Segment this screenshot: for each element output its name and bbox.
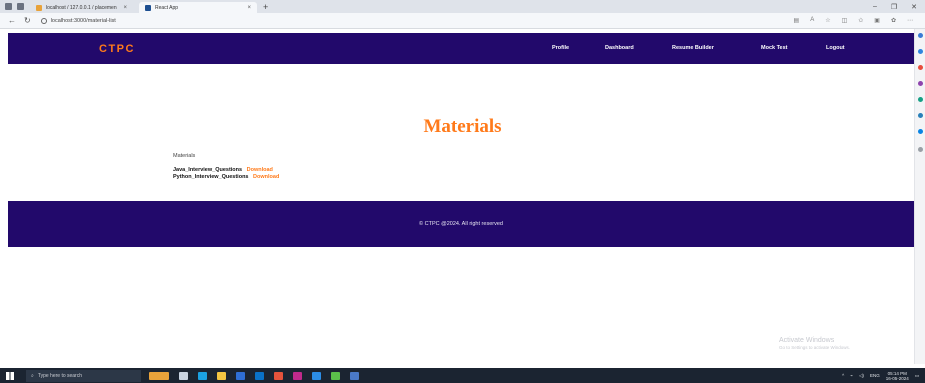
nav-links: Profile Dashboard Resume Builder Mock Te… [8, 33, 914, 64]
system-tray: ^ ⌁ ◁) ENG 05:14 PM 16-05-2024 ▭ [842, 371, 925, 381]
tab-actions-icon[interactable] [17, 3, 24, 10]
list-item: Java_Interview_Questions Download [173, 167, 273, 173]
url-field[interactable]: localhost:3000/material-list [40, 17, 116, 24]
file-explorer-icon[interactable] [217, 371, 226, 380]
nav-link-resume-builder[interactable]: Resume Builder [672, 45, 714, 51]
mail-icon[interactable] [255, 371, 264, 380]
edge-browser-icon[interactable] [198, 371, 207, 380]
more-menu-icon[interactable]: ⋯ [907, 17, 913, 24]
windows-taskbar: ⌕ Type here to search ^ ⌁ ◁) ENG 05:14 P… [0, 368, 925, 383]
taskbar-search-box[interactable]: ⌕ Type here to search [26, 369, 141, 382]
notification-icon[interactable]: ▭ [915, 373, 919, 379]
tools-icon[interactable] [918, 81, 923, 86]
copilot-icon[interactable] [918, 49, 923, 54]
nav-link-mock-test[interactable]: Mock Test [761, 45, 788, 51]
new-tab-icon[interactable]: + [263, 2, 268, 12]
watermark-subtitle: Go to Settings to activate Windows. [779, 345, 851, 350]
page-footer: © CTPC @2024. All right reserved [8, 201, 914, 247]
collections-icon[interactable]: ▣ [874, 17, 880, 24]
nav-link-logout[interactable]: Logout [826, 45, 845, 51]
url-text: localhost:3000/material-list [50, 17, 116, 24]
task-view-icon[interactable] [179, 371, 188, 380]
watermark-title: Activate Windows [779, 337, 835, 344]
browser-tab-react-app[interactable]: React App × [139, 2, 257, 13]
volume-icon[interactable]: ◁) [859, 373, 864, 379]
react-favicon-icon [145, 4, 151, 11]
reader-view-icon[interactable]: ▤ [794, 17, 800, 24]
favorite-star-icon[interactable]: ☆ [825, 17, 830, 24]
extensions-icon[interactable]: ✿ [891, 17, 896, 24]
tab-close-icon[interactable]: × [247, 5, 251, 11]
browser-menu-icon[interactable] [5, 3, 12, 10]
search-icon: ⌕ [31, 372, 34, 379]
nav-link-dashboard[interactable]: Dashboard [605, 45, 634, 51]
window-controls: – ❐ ✕ [873, 3, 925, 11]
search-placeholder: Type here to search [37, 372, 83, 379]
shopping-icon[interactable] [918, 65, 923, 70]
site-info-icon[interactable] [40, 17, 47, 24]
windows-start-icon[interactable] [6, 371, 14, 380]
tab-title: React App [155, 4, 179, 11]
browser-edge-sidebar [914, 29, 925, 364]
add-sidebar-icon[interactable] [918, 147, 923, 152]
list-item: Python_Interview_Questions Download [173, 174, 279, 180]
weather-widget-icon[interactable] [149, 371, 169, 380]
material-name: Python_Interview_Questions [173, 174, 249, 180]
activate-windows-watermark: Activate Windows Go to Settings to activ… [779, 337, 850, 350]
page-title: Materials [423, 116, 502, 137]
material-name: Java_Interview_Questions [173, 167, 243, 173]
restore-icon[interactable]: ❐ [891, 3, 897, 11]
network-icon[interactable]: ⌁ [850, 373, 853, 379]
language-indicator[interactable]: ENG [870, 373, 880, 378]
browser-address-bar: ← ↻ localhost:3000/material-list ▤ A ☆ ◫… [0, 13, 925, 29]
nav-link-profile[interactable]: Profile [552, 45, 569, 51]
app-navbar: CTPC Profile Dashboard Resume Builder Mo… [8, 33, 914, 64]
tab-close-icon[interactable]: × [123, 5, 127, 11]
favorites-icon[interactable]: ✩ [858, 17, 863, 24]
browser-toolbar: ▤ A ☆ ◫ ✩ ▣ ✿ ⋯ [794, 17, 925, 24]
tab-title: localhost / 127.0.0.1 / placemen [46, 4, 117, 11]
back-icon[interactable]: ← [8, 16, 16, 25]
tray-chevron-icon[interactable]: ^ [842, 373, 844, 378]
clock-date: 16-05-2024 [885, 375, 909, 381]
phpmyadmin-favicon-icon [36, 4, 42, 11]
search-icon[interactable] [918, 33, 923, 38]
app-icon[interactable] [350, 371, 359, 380]
refresh-icon[interactable]: ↻ [24, 16, 31, 25]
materials-section-label: Materials [173, 153, 196, 159]
read-aloud-icon[interactable]: A [810, 17, 814, 24]
close-window-icon[interactable]: ✕ [911, 3, 917, 11]
taskbar-clock[interactable]: 05:14 PM 16-05-2024 [886, 371, 909, 381]
store-icon[interactable] [236, 371, 245, 380]
download-link[interactable]: Download [247, 167, 273, 173]
app-icon[interactable] [293, 371, 302, 380]
footer-copyright: © CTPC @2024. All right reserved [419, 221, 503, 227]
minimize-icon[interactable]: – [873, 3, 877, 11]
chrome-icon[interactable] [274, 371, 283, 380]
download-link[interactable]: Download [253, 174, 279, 180]
split-screen-icon[interactable]: ◫ [842, 17, 848, 24]
vscode-icon[interactable] [312, 371, 321, 380]
app-icon[interactable] [331, 371, 340, 380]
browser-tab-phpmyadmin[interactable]: localhost / 127.0.0.1 / placemen × [30, 2, 133, 13]
games-icon[interactable] [918, 97, 923, 102]
browser-tab-bar: localhost / 127.0.0.1 / placemen × React… [0, 0, 925, 13]
clock-time: 05:14 PM [887, 370, 907, 376]
